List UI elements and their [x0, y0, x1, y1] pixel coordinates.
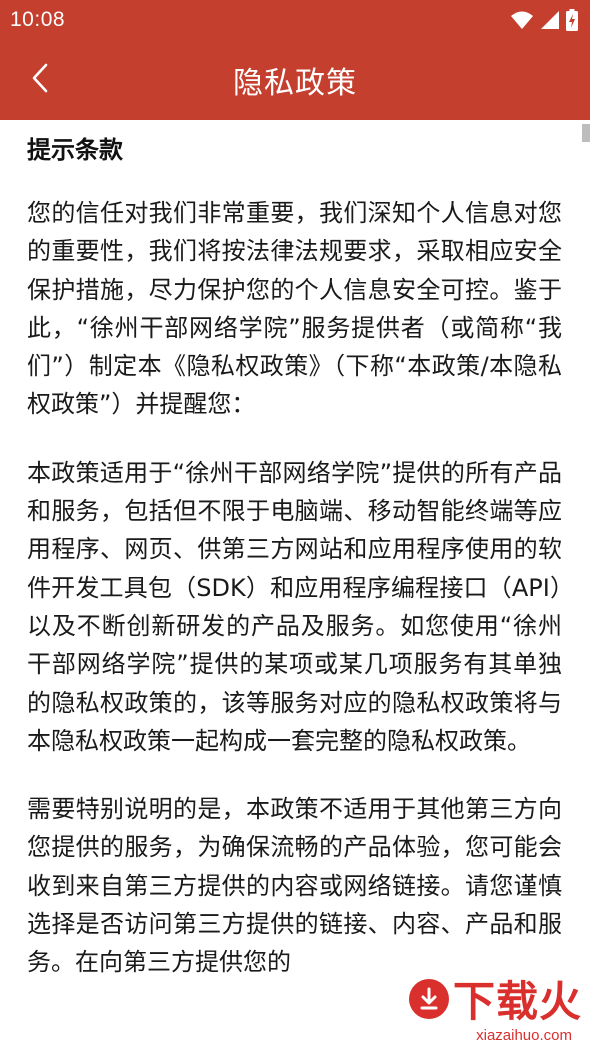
status-time: 10:08 [10, 8, 66, 31]
section-heading: 提示条款 [27, 136, 123, 164]
scrollbar[interactable] [582, 124, 590, 142]
policy-paragraph: 您的信任对我们非常重要，我们深知个人信息对您的重要性，我们将按法律法规要求，采取… [27, 199, 562, 419]
app-bar: 隐私政策 [0, 40, 590, 120]
back-button[interactable] [18, 58, 62, 102]
wifi-icon [510, 10, 534, 30]
chevron-left-icon [29, 62, 51, 98]
watermark-domain: xiazaihuo.com [476, 1027, 572, 1044]
watermark: 下载火 xiazaihuo.com [382, 968, 582, 1046]
watermark-brand: 下载火 [452, 977, 582, 1026]
signal-icon [540, 10, 560, 30]
status-icons [510, 9, 578, 31]
battery-icon [566, 9, 578, 31]
page-title: 隐私政策 [233, 66, 357, 101]
privacy-policy-content[interactable]: 提示条款 您的信任对我们非常重要，我们深知个人信息对您的重要性，我们将按法律法规… [0, 120, 590, 1048]
download-logo-icon [408, 978, 449, 1019]
policy-paragraph: 本政策适用于“徐州干部网络学院”提供的所有产品和服务，包括但不限于电脑端、移动智… [27, 458, 562, 755]
status-bar: 10:08 [0, 0, 590, 40]
policy-paragraph: 需要特别说明的是，本政策不适用于其他第三方向您提供的服务，为确保流畅的产品体验，… [27, 795, 562, 977]
